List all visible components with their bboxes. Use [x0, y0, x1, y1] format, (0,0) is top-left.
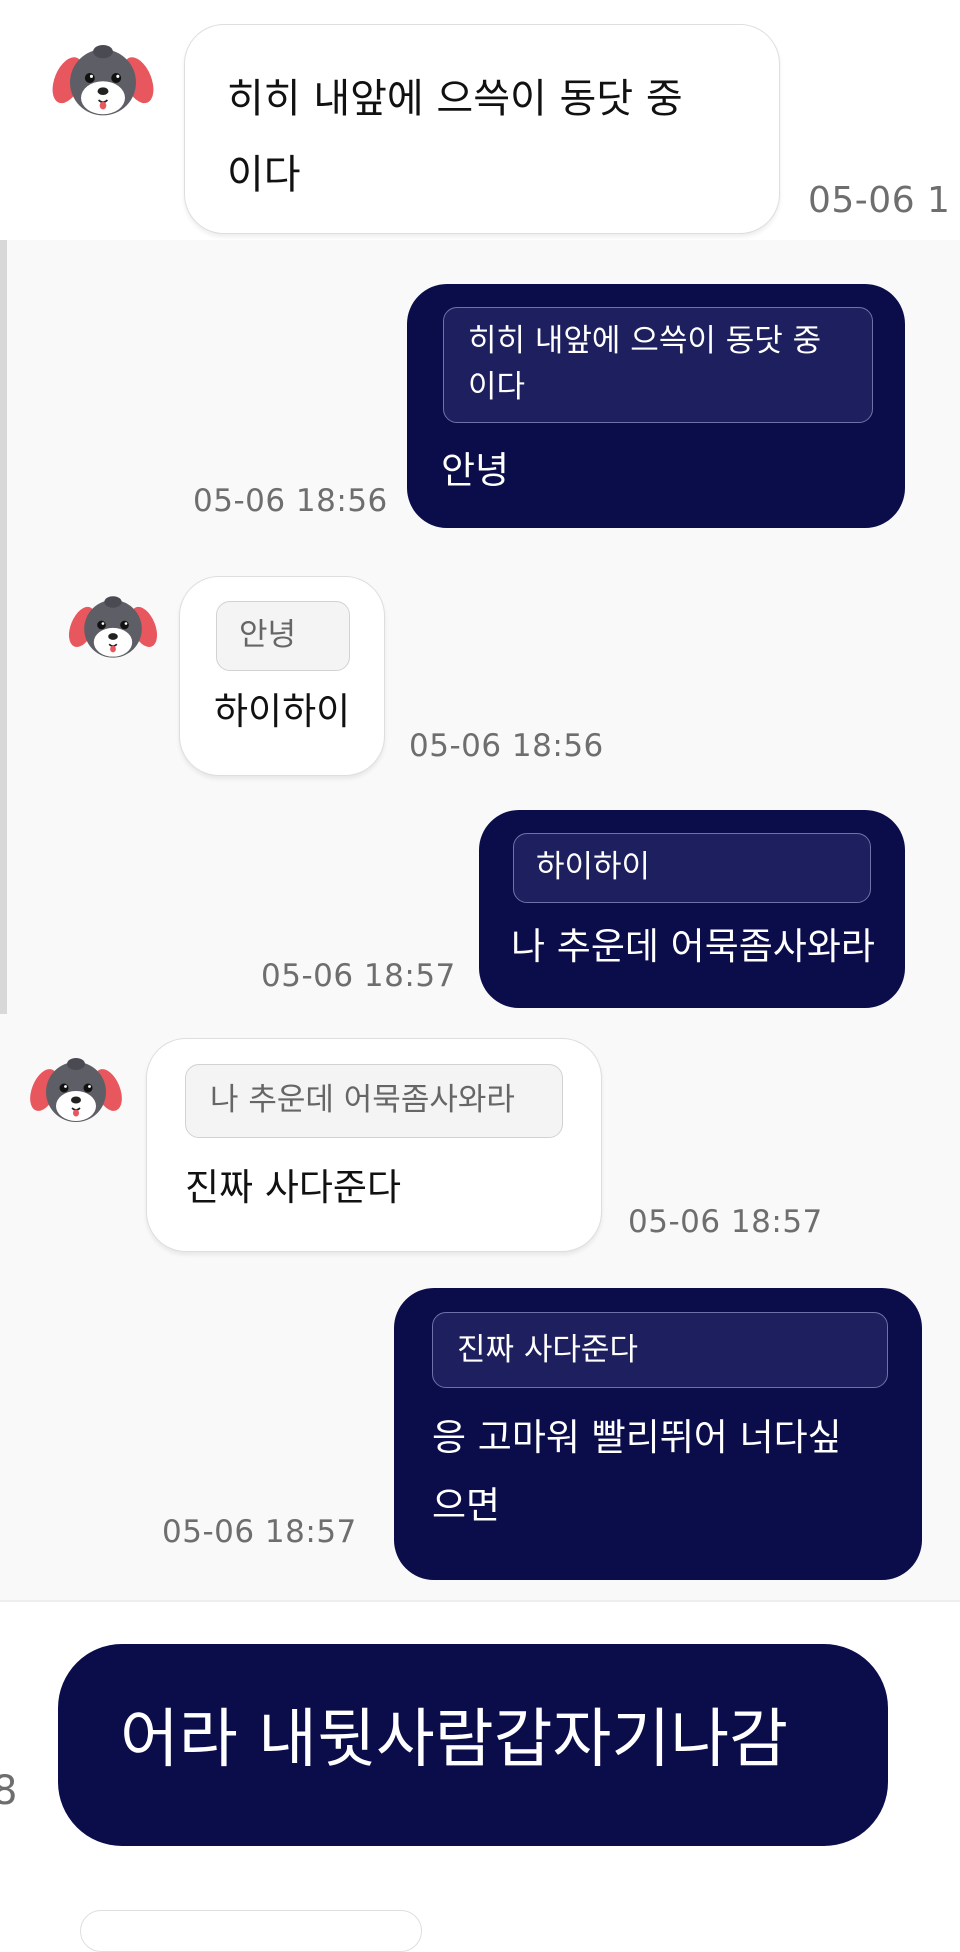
message-text: 하이하이 [214, 690, 351, 733]
message-text: 나 추운데 어묵좀사와라 [511, 925, 875, 968]
message-timestamp: 05-06 18:56 [193, 483, 388, 519]
reply-quote-text: 안녕 [239, 617, 297, 653]
message-bubble[interactable]: 하이하이 나 추운데 어묵좀사와라 [479, 810, 905, 1008]
puppy-avatar-icon[interactable] [65, 586, 161, 664]
message-timestamp: 05-06 18:57 [261, 958, 456, 994]
puppy-avatar-icon[interactable] [48, 34, 158, 122]
message-bubble[interactable]: 어라 내뒷사람갑자기나감 [58, 1644, 888, 1846]
message-text: 진짜 사다준다 [185, 1166, 402, 1209]
message-timestamp: 05-06 18:57 [162, 1514, 357, 1550]
message-row-outgoing: 05-06 18:56 히히 내앞에 으쓱이 동닷 중 이다 안녕 [0, 240, 960, 560]
message-bubble[interactable]: 안녕 하이하이 [179, 576, 385, 776]
puppy-avatar-icon[interactable] [26, 1048, 126, 1128]
message-timestamp: 8 [0, 1768, 18, 1814]
reply-quote[interactable]: 하이하이 [513, 833, 871, 903]
message-text: 응 고마워 빨리뛰어 너다싶 으면 [432, 1416, 842, 1527]
message-bubble[interactable]: 히히 내앞에 으쓱이 동닷 중 이다 안녕 [407, 284, 905, 528]
message-row-outgoing: 8 어라 내뒷사람갑자기나감 [0, 1602, 960, 1952]
message-text: 안녕 [441, 449, 510, 492]
message-timestamp: 05-06 18:57 [628, 1204, 823, 1240]
reply-quote[interactable]: 히히 내앞에 으쓱이 동닷 중 이다 [443, 307, 873, 423]
reply-quote-text: 진짜 사다준다 [457, 1332, 638, 1368]
reply-quote-text: 하이하이 [536, 849, 651, 885]
next-message-bubble-edge [80, 1910, 422, 1952]
message-text: 히히 내앞에 으쓱이 동닷 중 이다 [227, 76, 683, 198]
reply-quote-text: 나 추운데 어묵좀사와라 [210, 1082, 515, 1118]
reply-quote-text: 히히 내앞에 으쓱이 동닷 중 이다 [468, 323, 822, 405]
reply-quote[interactable]: 나 추운데 어묵좀사와라 [185, 1064, 563, 1138]
message-timestamp: 05-06 18:56 [409, 728, 604, 764]
message-timestamp: 05-06 1 [808, 180, 951, 221]
message-row-incoming: 안녕 하이하이 05-06 18:56 05-06 18:57 하이하이 나 추… [0, 560, 960, 1014]
reply-quote[interactable]: 안녕 [216, 601, 350, 671]
message-bubble[interactable]: 히히 내앞에 으쓱이 동닷 중 이다 [184, 24, 780, 234]
message-row-incoming: 나 추운데 어묵좀사와라 진짜 사다준다 05-06 18:57 05-06 1… [0, 1014, 960, 1600]
message-text: 어라 내뒷사람갑자기나감 [120, 1703, 789, 1777]
message-row-incoming: 히히 내앞에 으쓱이 동닷 중 이다 05-06 1 [0, 0, 960, 240]
reply-quote[interactable]: 진짜 사다준다 [432, 1312, 888, 1388]
message-bubble[interactable]: 나 추운데 어묵좀사와라 진짜 사다준다 [146, 1038, 602, 1252]
message-bubble[interactable]: 진짜 사다준다 응 고마워 빨리뛰어 너다싶 으면 [394, 1288, 922, 1580]
